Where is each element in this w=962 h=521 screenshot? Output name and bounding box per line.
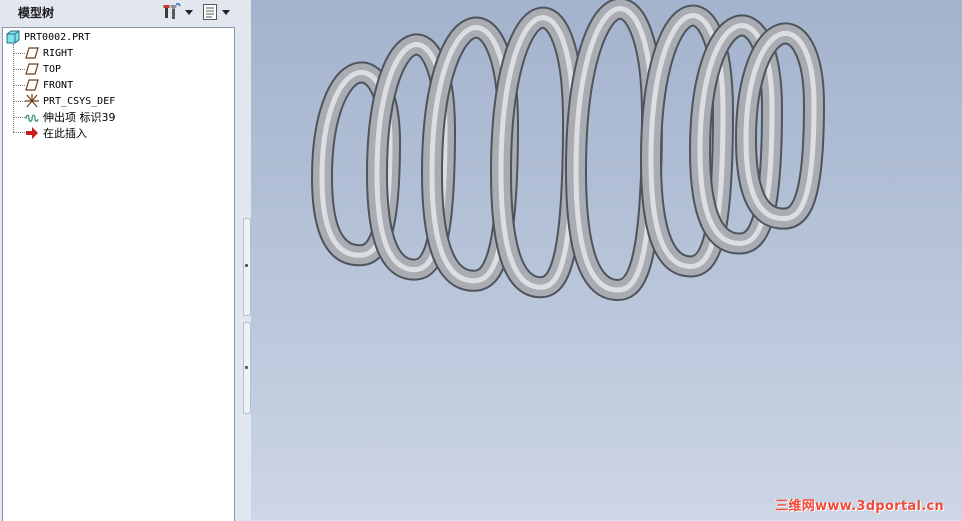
spring-model (311, 0, 826, 302)
helical-sweep-icon (25, 110, 39, 124)
tree-item-label: RIGHT (43, 47, 74, 59)
tree-item-label: FRONT (43, 79, 74, 91)
tree-settings-button[interactable] (163, 1, 193, 23)
datum-plane-icon (25, 78, 39, 92)
tree-item-csys[interactable]: PRT_CSYS_DEF (25, 93, 115, 109)
datum-plane-icon (25, 46, 39, 60)
part-icon (6, 30, 20, 44)
model-tree: PRT0002.PRT RIGHT TOP FRONT PRT_CSYS_DEF… (2, 27, 235, 521)
insert-here-arrow-icon (25, 126, 39, 140)
document-list-icon (203, 4, 217, 20)
tree-item-right[interactable]: RIGHT (25, 45, 73, 61)
tree-show-button[interactable] (202, 1, 230, 23)
model-tree-panel: 模型树 PRT0002.PRT RIGHT TOP FRONT PRT_CSYS… (0, 0, 241, 521)
tree-item-top[interactable]: TOP (25, 61, 61, 77)
tools-icon (163, 3, 181, 19)
tree-item-label: PRT_CSYS_DEF (43, 95, 116, 107)
tree-item-insert-here[interactable]: 在此插入 (25, 125, 87, 141)
tree-item-label: PRT0002.PRT (24, 31, 91, 43)
tree-item-label: 在此插入 (43, 127, 87, 140)
model-tree-title: 模型树 (18, 6, 55, 20)
splitter-handle-lower[interactable] (243, 322, 251, 414)
model-tree-header: 模型树 (0, 0, 241, 26)
watermark-text: 三维网www.3dportal.cn (775, 499, 944, 514)
panel-splitter[interactable] (241, 0, 251, 520)
tree-item-label: TOP (43, 63, 62, 75)
tree-item-label: 伸出项 标识39 (43, 111, 116, 124)
datum-plane-icon (25, 62, 39, 76)
tree-item-front[interactable]: FRONT (25, 77, 73, 93)
tree-item-helical-sweep[interactable]: 伸出项 标识39 (25, 109, 116, 125)
coordinate-system-icon (25, 94, 39, 108)
tree-root-part[interactable]: PRT0002.PRT (6, 29, 90, 45)
graphics-viewport[interactable]: 三维网www.3dportal.cn (251, 0, 962, 520)
splitter-handle-upper[interactable] (243, 218, 251, 316)
